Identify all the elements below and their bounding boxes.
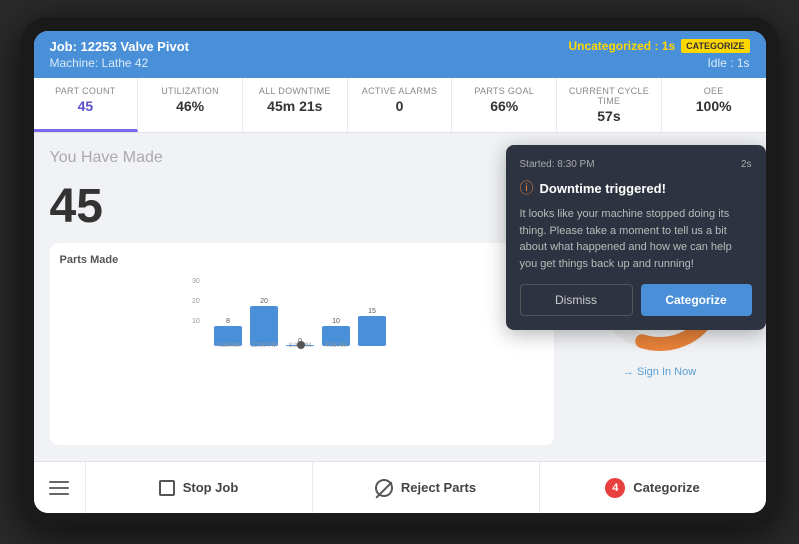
reject-parts-button[interactable]: Reject Parts: [313, 462, 540, 513]
left-panel: You Have Made 45 Parts Made ? 30 20 10: [50, 149, 554, 445]
idle-text: Idle : 1s: [707, 56, 749, 70]
popup-header-row: Started: 8:30 PM 2s: [520, 159, 752, 170]
stop-job-icon: [159, 480, 175, 496]
categorize-toolbar-label: Categorize: [633, 480, 699, 495]
header-left: Job: 12253 Valve Pivot Machine: Lathe 42: [50, 39, 189, 70]
chart-title: Parts Made: [60, 254, 119, 266]
metric-value-1: 46%: [148, 98, 232, 114]
categorize-toolbar-button[interactable]: 4 Categorize: [540, 462, 766, 513]
hamburger-icon: [49, 481, 69, 495]
metric-utilization[interactable]: Utilization 46%: [138, 78, 243, 132]
chart-svg-container: 30 20 10 8 4:38 AM 20 12:00 PM: [60, 273, 544, 353]
sign-in-link[interactable]: → Sign In Now: [623, 366, 696, 378]
popup-dismiss-button[interactable]: Dismiss: [520, 284, 633, 316]
metric-label-0: Part Count: [44, 86, 128, 96]
popup-title-row: ⓘ Downtime triggered!: [520, 178, 752, 198]
downtime-popup: Started: 8:30 PM 2s ⓘ Downtime triggered…: [506, 145, 766, 330]
metric-value-6: 100%: [672, 98, 756, 114]
metric-label-3: Active Alarms: [358, 86, 442, 96]
part-count-display: 45: [50, 183, 554, 231]
popup-body: It looks like your machine stopped doing…: [520, 206, 752, 272]
metric-value-3: 0: [358, 98, 442, 114]
categorize-badge: 4: [605, 478, 625, 498]
metric-downtime[interactable]: All Downtime 45m 21s: [243, 78, 348, 132]
metric-oee[interactable]: OEE 100%: [662, 78, 766, 132]
metric-label-5: Current Cycle Time: [567, 86, 651, 106]
reject-parts-label: Reject Parts: [401, 480, 476, 495]
chart-title-row: Parts Made ?: [60, 253, 544, 267]
popup-buttons: Dismiss Categorize: [520, 284, 752, 316]
popup-started-label: Started: 8:30 PM: [520, 159, 595, 170]
metric-value-2: 45m 21s: [253, 98, 337, 114]
svg-text:20: 20: [260, 298, 268, 305]
bottom-toolbar: Stop Job Reject Parts 4 Categorize: [34, 461, 766, 513]
metric-value-5: 57s: [567, 108, 651, 124]
svg-text:10: 10: [192, 318, 200, 325]
metric-label-6: OEE: [672, 86, 756, 96]
popup-categorize-button[interactable]: Categorize: [641, 284, 752, 316]
header-right: Uncategorized : 1s CATEGORIZE Idle : 1s: [568, 39, 749, 70]
warning-icon: ⓘ: [520, 178, 534, 198]
popup-timer: 2s: [741, 159, 752, 170]
stop-job-button[interactable]: Stop Job: [86, 462, 313, 513]
chart-svg: 30 20 10 8 4:38 AM 20 12:00 PM: [60, 273, 544, 353]
screen: Job: 12253 Valve Pivot Machine: Lathe 42…: [34, 31, 766, 513]
svg-text:10: 10: [332, 318, 340, 325]
svg-text:30: 30: [192, 278, 200, 285]
metric-label-1: Utilization: [148, 86, 232, 96]
metric-value-4: 66%: [462, 98, 546, 114]
metric-value-0: 45: [44, 98, 128, 114]
toolbar-menu-button[interactable]: [34, 462, 86, 513]
you-have-made-label: You Have Made: [50, 149, 554, 167]
metric-label-4: Parts Goal: [462, 86, 546, 96]
uncategorized-row: Uncategorized : 1s CATEGORIZE: [568, 39, 749, 53]
header-categorize-badge[interactable]: CATEGORIZE: [681, 39, 749, 53]
chart-area: Parts Made ? 30 20 10 8: [50, 243, 554, 445]
metric-cycle-time[interactable]: Current Cycle Time 57s: [557, 78, 662, 132]
tablet: Job: 12253 Valve Pivot Machine: Lathe 42…: [20, 17, 780, 527]
svg-text:15: 15: [368, 308, 376, 315]
header: Job: 12253 Valve Pivot Machine: Lathe 42…: [34, 31, 766, 78]
main-content: You Have Made 45 Parts Made ? 30 20 10: [34, 133, 766, 461]
stop-job-label: Stop Job: [183, 480, 239, 495]
svg-text:4:38 AM: 4:38 AM: [216, 343, 238, 349]
metrics-bar: Part Count 45 Utilization 46% All Downti…: [34, 78, 766, 133]
machine-title: Machine: Lathe 42: [50, 56, 189, 70]
svg-text:4:08 AM: 4:08 AM: [324, 343, 346, 349]
uncategorized-text: Uncategorized : 1s: [568, 39, 675, 53]
metric-alarms[interactable]: Active Alarms 0: [348, 78, 453, 132]
svg-text:12:00 PM: 12:00 PM: [251, 343, 277, 349]
job-title: Job: 12253 Valve Pivot: [50, 39, 189, 54]
svg-text:20: 20: [192, 298, 200, 305]
popup-title: Downtime triggered!: [540, 181, 666, 196]
metric-label-2: All Downtime: [253, 86, 337, 96]
metric-part-count[interactable]: Part Count 45: [34, 78, 139, 132]
reject-parts-icon: [375, 479, 393, 497]
metric-parts-goal[interactable]: Parts Goal 66%: [452, 78, 557, 132]
svg-text:8: 8: [226, 318, 230, 325]
